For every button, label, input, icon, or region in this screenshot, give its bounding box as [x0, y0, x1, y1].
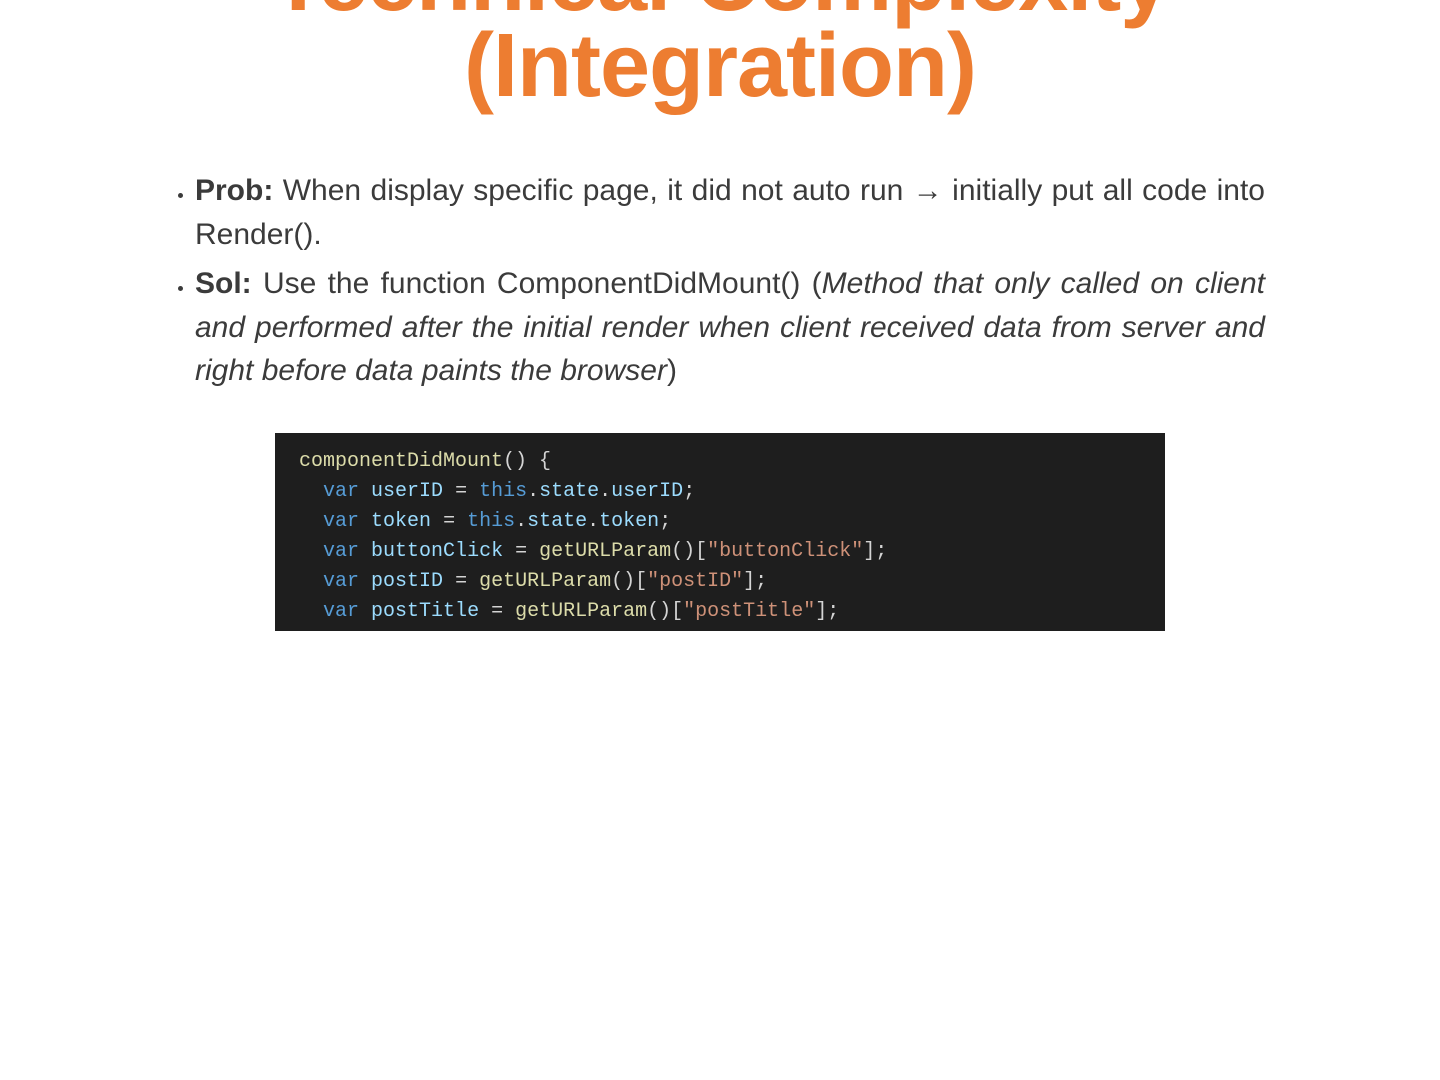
code-token: ]; [863, 540, 887, 563]
code-token: = [527, 630, 539, 631]
code-token: state [527, 510, 587, 533]
code-token: postCategory [371, 630, 515, 631]
code-token: postTitle [371, 600, 479, 623]
code-token [479, 600, 491, 623]
code-token [503, 600, 515, 623]
code-block: componentDidMount() { var userID = this.… [275, 433, 1165, 631]
code-token [455, 510, 467, 533]
code-token: ()[ [647, 600, 683, 623]
code-token: . [527, 480, 539, 503]
code-token [539, 630, 551, 631]
code-token [443, 570, 455, 593]
code-token [359, 480, 371, 503]
code-token: var [323, 480, 359, 503]
code-token: . [587, 510, 599, 533]
code-token: this [479, 480, 527, 503]
code-token [359, 510, 371, 533]
sol-label: Sol: [195, 267, 252, 300]
code-token: ; [659, 510, 671, 533]
code-token: this [467, 510, 515, 533]
title-line-2: (Integration) [464, 16, 976, 116]
prob-text-before: When display specific page, it did not a… [273, 174, 912, 207]
code-token: componentDidMount [299, 450, 503, 473]
code-token [443, 480, 455, 503]
code-token [527, 540, 539, 563]
code-token [467, 570, 479, 593]
code-token [515, 630, 527, 631]
sol-text-before: Use the function ComponentDidMount() ( [252, 267, 822, 300]
code-token: getURLParam [551, 630, 683, 631]
code-token: . [515, 510, 527, 533]
code-token [359, 540, 371, 563]
code-token [431, 510, 443, 533]
code-token: getURLParam [515, 600, 647, 623]
code-token [359, 600, 371, 623]
code-token: buttonClick [371, 540, 503, 563]
code-token [503, 540, 515, 563]
slide: Technical Complexity (Integration) Prob:… [85, 0, 1355, 631]
code-token: "buttonClick" [707, 540, 863, 563]
code-token: ]; [743, 570, 767, 593]
code-token: postID [371, 570, 443, 593]
code-token [467, 480, 479, 503]
code-token: = [455, 480, 467, 503]
code-token: () { [503, 450, 551, 473]
code-token [359, 570, 371, 593]
code-token: = [515, 540, 527, 563]
code-token: ]; [887, 630, 911, 631]
code-token: token [599, 510, 659, 533]
bullet-prob: Prob: When display specific page, it did… [195, 169, 1265, 256]
code-token: "postCategory" [719, 630, 887, 631]
code-token: var [323, 540, 359, 563]
code-token: userID [371, 480, 443, 503]
code-content: componentDidMount() { var userID = this.… [275, 433, 1165, 631]
code-token: getURLParam [479, 570, 611, 593]
bullet-sol: Sol: Use the function ComponentDidMount(… [195, 262, 1265, 393]
code-token: ()[ [611, 570, 647, 593]
code-token: ; [683, 480, 695, 503]
code-token: = [455, 570, 467, 593]
bullet-list: Prob: When display specific page, it did… [85, 169, 1265, 393]
slide-title: Technical Complexity (Integration) [85, 0, 1355, 109]
code-token: var [323, 630, 359, 631]
code-token: ]; [815, 600, 839, 623]
code-token: var [323, 600, 359, 623]
code-token: userID [611, 480, 683, 503]
code-token: ()[ [683, 630, 719, 631]
code-token [359, 630, 371, 631]
arrow-icon: → [913, 174, 943, 207]
code-token: token [371, 510, 431, 533]
code-token: "postID" [647, 570, 743, 593]
code-token: . [599, 480, 611, 503]
code-token: state [539, 480, 599, 503]
code-token: = [443, 510, 455, 533]
prob-label: Prob: [195, 174, 273, 207]
code-token: var [323, 570, 359, 593]
code-token: getURLParam [539, 540, 671, 563]
code-token: ()[ [671, 540, 707, 563]
code-token: "postTitle" [683, 600, 815, 623]
code-token: = [491, 600, 503, 623]
sol-text-after: ) [667, 354, 677, 387]
code-token: var [323, 510, 359, 533]
